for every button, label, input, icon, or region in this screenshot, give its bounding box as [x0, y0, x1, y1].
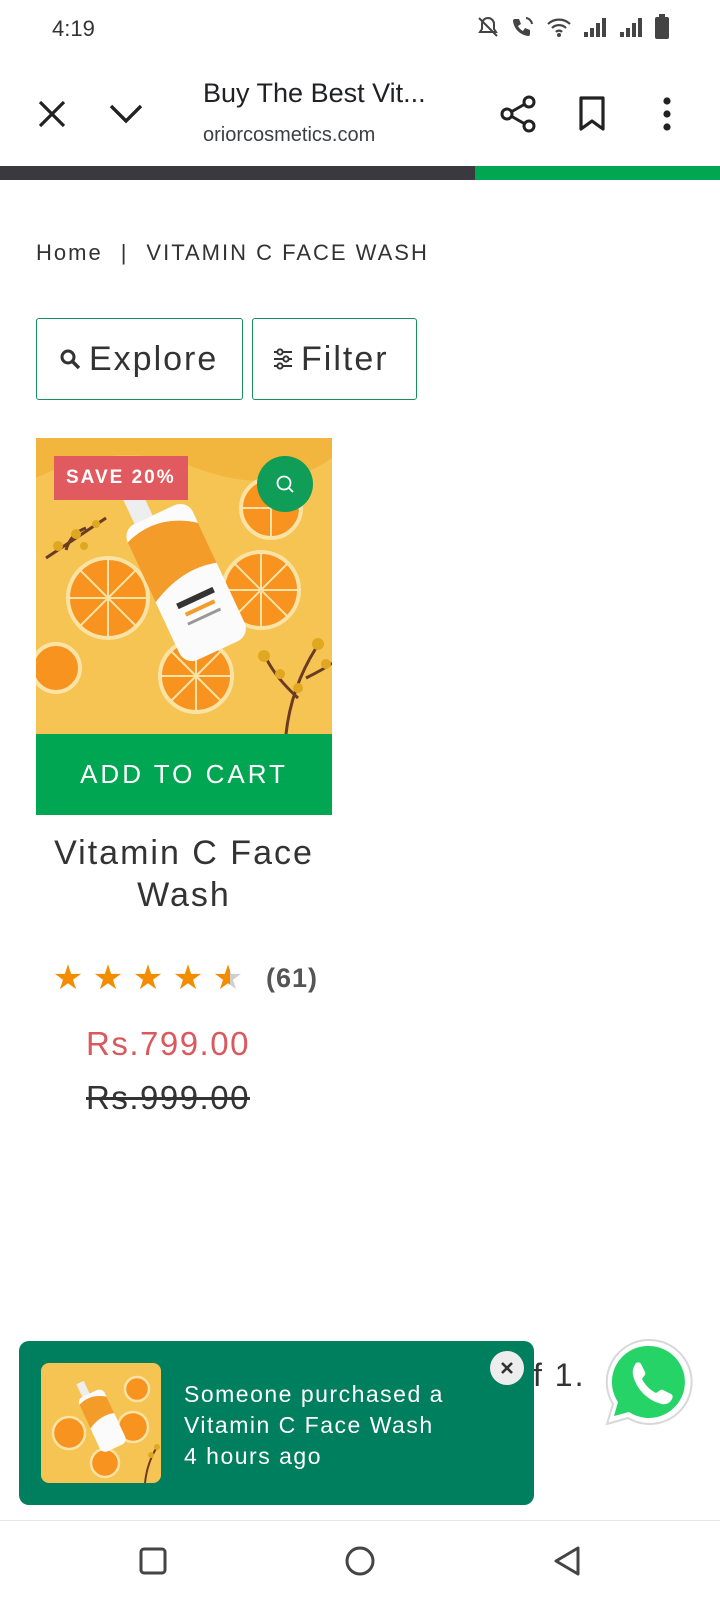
notification-line-3: 4 hours ago	[184, 1443, 322, 1469]
notification-text: Someone purchased a Vitamin C Face Wash …	[184, 1379, 444, 1472]
more-options-button[interactable]	[639, 86, 695, 142]
whatsapp-icon	[605, 1338, 693, 1426]
status-time: 4:19	[52, 16, 95, 41]
breadcrumb: Home | VITAMIN C FACE WASH	[36, 240, 429, 266]
back-button[interactable]	[545, 1539, 589, 1583]
product-thumbnail	[41, 1363, 161, 1483]
recents-square-icon	[139, 1547, 167, 1575]
discount-badge: SAVE 20%	[54, 456, 188, 500]
pagination-text: f 1.	[533, 1357, 586, 1393]
system-navigation-bar	[0, 1520, 720, 1600]
sale-price: Rs.799.00	[86, 1025, 250, 1062]
chevron-down-icon	[109, 104, 143, 124]
filter-button[interactable]: Filter	[252, 318, 417, 400]
bookmark-button[interactable]	[564, 86, 620, 142]
filter-label: Filter	[301, 339, 389, 378]
bookmark-icon	[579, 96, 605, 131]
explore-button[interactable]: Explore	[36, 318, 243, 400]
browser-toolbar: Buy The Best Vit... oriorcosmetics.com	[0, 62, 720, 166]
purchase-notification[interactable]: Someone purchased a Vitamin C Face Wash …	[19, 1341, 534, 1505]
search-icon	[276, 475, 294, 493]
breadcrumb-home[interactable]: Home	[36, 240, 103, 266]
original-price: Rs.999.00	[86, 1079, 250, 1116]
quick-view-button[interactable]	[257, 456, 313, 512]
more-vertical-icon	[663, 97, 671, 131]
close-icon	[501, 1362, 513, 1374]
page-load-progress	[0, 166, 720, 180]
minimize-button[interactable]	[98, 86, 154, 142]
signal-icon	[584, 18, 606, 37]
signal-icon-2	[620, 18, 642, 37]
home-button[interactable]	[338, 1539, 382, 1583]
breadcrumb-current: VITAMIN C FACE WASH	[146, 240, 429, 265]
status-icons	[476, 14, 670, 40]
star-full-icon: ★	[52, 959, 84, 997]
wifi-call-icon	[513, 17, 533, 36]
page-domain[interactable]: oriorcosmetics.com	[203, 124, 375, 147]
product-image[interactable]: SAVE 20%	[36, 438, 332, 734]
home-circle-icon	[345, 1546, 375, 1576]
review-count[interactable]: (61)	[266, 963, 318, 994]
star-half-icon: ★	[210, 958, 246, 998]
notification-line-2: Vitamin C Face Wash	[184, 1412, 434, 1438]
star-full-icon: ★	[92, 959, 124, 997]
star-full-icon: ★	[172, 959, 204, 997]
explore-label: Explore	[89, 339, 219, 378]
whatsapp-chat-button[interactable]	[603, 1336, 695, 1428]
back-triangle-icon	[554, 1546, 580, 1576]
breadcrumb-separator: |	[120, 240, 129, 265]
search-icon	[60, 349, 81, 370]
recents-button[interactable]	[131, 1539, 175, 1583]
progress-fill	[475, 166, 720, 180]
filter-sliders-icon	[274, 348, 292, 370]
battery-icon	[655, 14, 669, 39]
bell-off-icon	[478, 16, 498, 37]
wifi-icon	[547, 18, 571, 37]
product-rating: ★ ★ ★ ★ ★ (61)	[50, 958, 318, 998]
notification-line-1: Someone purchased a	[184, 1381, 444, 1407]
close-tab-button[interactable]	[24, 86, 80, 142]
notification-thumbnail	[41, 1363, 161, 1483]
rating-stars: ★ ★ ★ ★ ★	[50, 958, 246, 998]
share-button[interactable]	[490, 86, 546, 142]
notification-close-button[interactable]	[490, 1351, 524, 1385]
share-icon	[500, 95, 536, 133]
page-title[interactable]: Buy The Best Vit...	[203, 78, 426, 109]
star-full-icon: ★	[132, 959, 164, 997]
add-to-cart-button[interactable]: ADD TO CART	[36, 734, 332, 815]
close-icon	[38, 100, 66, 128]
product-title[interactable]: Vitamin C Face Wash	[36, 832, 332, 916]
status-bar: 4:19	[0, 0, 720, 62]
